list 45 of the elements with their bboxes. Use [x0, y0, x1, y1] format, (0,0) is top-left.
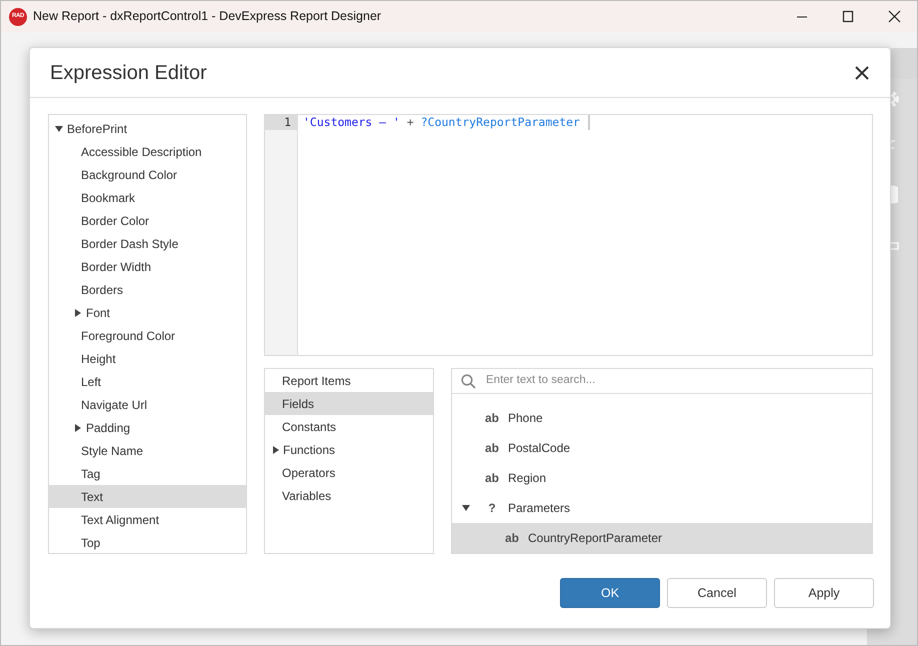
- window-title: New Report - dxReportControl1 - DevExpress Report Designer: [33, 8, 382, 26]
- tree-item[interactable]: Padding: [49, 416, 246, 439]
- category-item[interactable]: Fields: [265, 392, 433, 415]
- field-item[interactable]: ab CountryReportParameter: [452, 523, 872, 553]
- field-item[interactable]: ab PostalCode: [452, 433, 872, 463]
- category-item[interactable]: Constants: [265, 415, 433, 438]
- dialog-title: Expression Editor: [50, 60, 207, 86]
- category-item[interactable]: Operators: [265, 461, 433, 484]
- tree-item[interactable]: Height: [49, 347, 246, 370]
- tree-item[interactable]: Accessible Description: [49, 140, 246, 163]
- tree-item[interactable]: Text: [49, 485, 246, 508]
- collapsed-arrow-icon[interactable]: [74, 308, 82, 316]
- tree-item[interactable]: Borders: [49, 278, 246, 301]
- line-number: 1: [265, 115, 297, 130]
- text-cursor: [588, 115, 590, 130]
- tree-item[interactable]: Border Width: [49, 255, 246, 278]
- tree-item[interactable]: Font: [49, 301, 246, 324]
- tree-item[interactable]: Border Color: [49, 209, 246, 232]
- category-item[interactable]: Variables: [265, 484, 433, 507]
- collapsed-arrow-icon[interactable]: [272, 446, 280, 454]
- tree-item[interactable]: Style Name: [49, 439, 246, 462]
- secondary-button[interactable]: Cancel: [667, 578, 767, 608]
- tree-item[interactable]: Foreground Color: [49, 324, 246, 347]
- tree-item[interactable]: Background Color: [49, 163, 246, 186]
- category-item[interactable]: Report Items: [265, 369, 433, 392]
- tree-item[interactable]: Top: [49, 531, 246, 554]
- tree-item[interactable]: Bookmark: [49, 186, 246, 209]
- code-editor[interactable]: 1 'Customers – ' + ?CountryReportParameter: [264, 114, 873, 356]
- code-line: 'Customers – ' + ?CountryReportParameter: [303, 115, 580, 130]
- collapsed-arrow-icon[interactable]: [74, 424, 82, 432]
- expanded-arrow-icon[interactable]: [462, 504, 472, 512]
- primary-button[interactable]: OK: [560, 578, 660, 608]
- expanded-arrow-icon[interactable]: [55, 124, 63, 132]
- tree-item[interactable]: Text Alignment: [49, 508, 246, 531]
- secondary-button[interactable]: Apply: [774, 578, 874, 608]
- field-item[interactable]: ab Region: [452, 463, 872, 493]
- category-item[interactable]: Functions: [265, 438, 433, 461]
- field-item[interactable]: ab Phone: [452, 403, 872, 433]
- tree-item[interactable]: Navigate Url: [49, 393, 246, 416]
- tree-item[interactable]: BeforePrint: [49, 117, 246, 140]
- tree-item[interactable]: Tag: [49, 462, 246, 485]
- tree-item[interactable]: Left: [49, 370, 246, 393]
- field-item[interactable]: ? Parameters: [452, 493, 872, 523]
- tree-item[interactable]: Border Dash Style: [49, 232, 246, 255]
- search-icon: [461, 374, 476, 388]
